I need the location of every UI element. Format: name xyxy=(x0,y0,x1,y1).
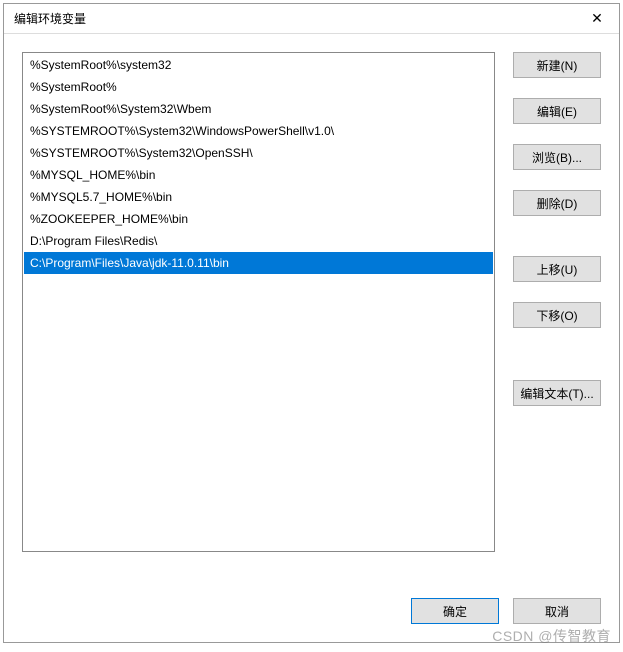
dialog-title: 编辑环境变量 xyxy=(14,10,86,27)
titlebar: 编辑环境变量 ✕ xyxy=(4,4,619,34)
list-item[interactable]: D:\Program Files\Redis\ xyxy=(24,230,493,252)
edit-button[interactable]: 编辑(E) xyxy=(513,98,601,124)
list-item[interactable]: %SystemRoot%\system32 xyxy=(24,54,493,76)
ok-button[interactable]: 确定 xyxy=(411,598,499,624)
list-item[interactable]: %ZOOKEEPER_HOME%\bin xyxy=(24,208,493,230)
dialog-footer: 确定 取消 xyxy=(4,586,619,642)
path-listbox[interactable]: %SystemRoot%\system32%SystemRoot%%System… xyxy=(22,52,495,552)
close-button[interactable]: ✕ xyxy=(575,4,619,34)
list-item[interactable]: %SystemRoot%\System32\Wbem xyxy=(24,98,493,120)
movedown-button[interactable]: 下移(O) xyxy=(513,302,601,328)
moveup-button[interactable]: 上移(U) xyxy=(513,256,601,282)
new-button[interactable]: 新建(N) xyxy=(513,52,601,78)
side-button-panel: 新建(N) 编辑(E) 浏览(B)... 删除(D) 上移(U) 下移(O) 编… xyxy=(513,52,601,576)
dialog-content: %SystemRoot%\system32%SystemRoot%%System… xyxy=(4,34,619,586)
edittext-button[interactable]: 编辑文本(T)... xyxy=(513,380,601,406)
list-item[interactable]: %SYSTEMROOT%\System32\WindowsPowerShell\… xyxy=(24,120,493,142)
browse-button[interactable]: 浏览(B)... xyxy=(513,144,601,170)
env-var-edit-dialog: 编辑环境变量 ✕ %SystemRoot%\system32%SystemRoo… xyxy=(3,3,620,643)
list-item[interactable]: C:\Program\Files\Java\jdk-11.0.11\bin xyxy=(24,252,493,274)
list-item[interactable]: %SystemRoot% xyxy=(24,76,493,98)
close-icon: ✕ xyxy=(591,10,603,27)
list-item[interactable]: %MYSQL5.7_HOME%\bin xyxy=(24,186,493,208)
list-item[interactable]: %MYSQL_HOME%\bin xyxy=(24,164,493,186)
list-item[interactable]: %SYSTEMROOT%\System32\OpenSSH\ xyxy=(24,142,493,164)
cancel-button[interactable]: 取消 xyxy=(513,598,601,624)
delete-button[interactable]: 删除(D) xyxy=(513,190,601,216)
